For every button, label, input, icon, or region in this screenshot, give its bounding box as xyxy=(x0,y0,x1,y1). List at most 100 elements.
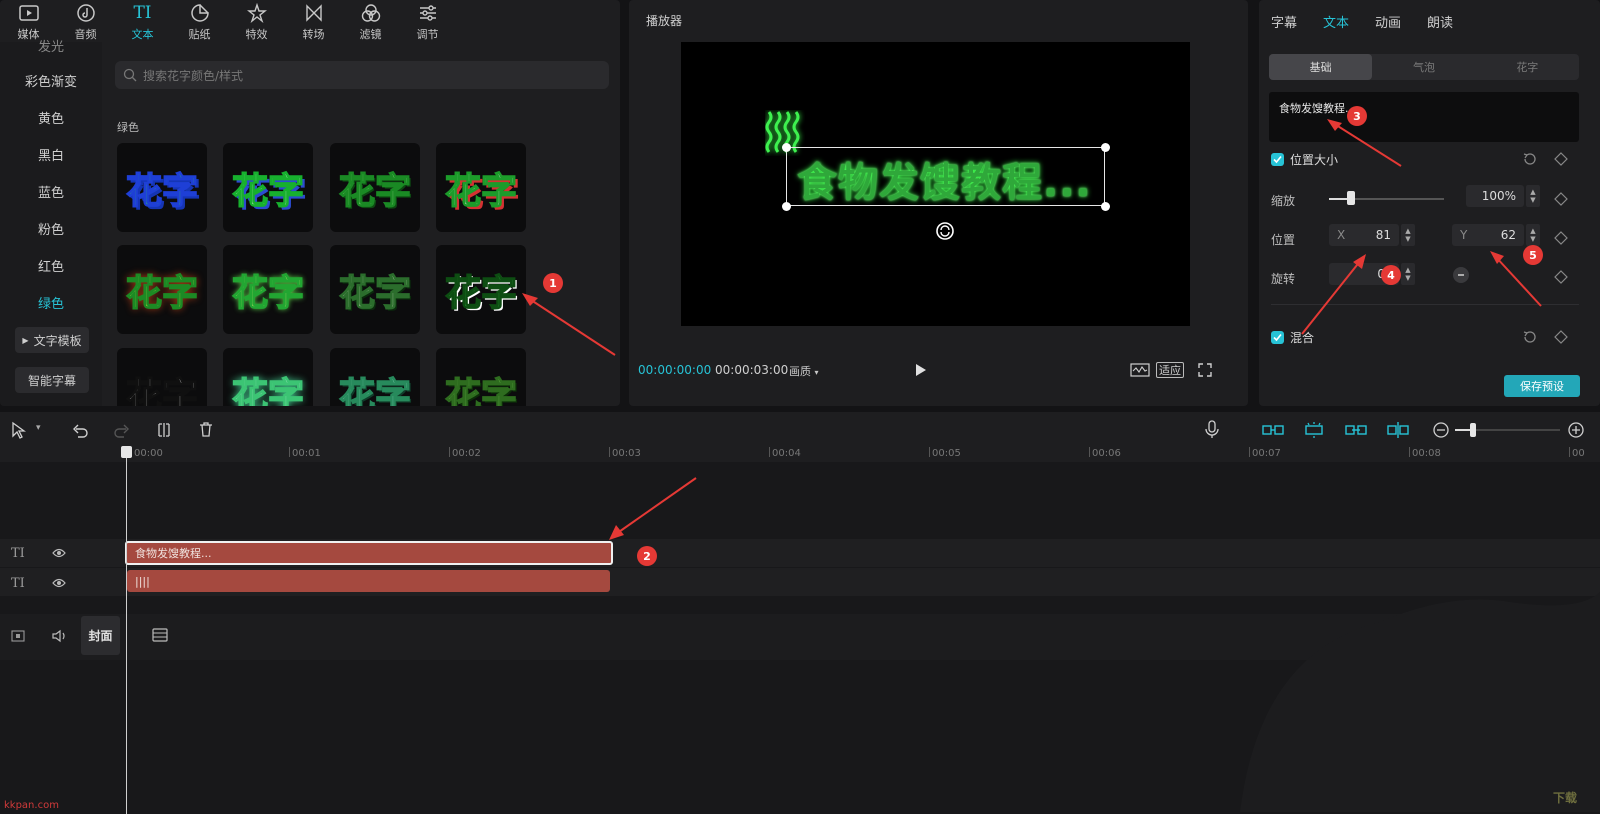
flower-text-tile[interactable]: 花字 xyxy=(436,348,526,406)
category-item[interactable]: 彩色渐变 xyxy=(0,71,102,90)
smart-caption-button[interactable]: 智能字幕 xyxy=(15,367,89,393)
selection-box[interactable] xyxy=(786,147,1105,206)
tab-sticker[interactable]: 贴纸 xyxy=(171,0,228,42)
play-button[interactable] xyxy=(913,360,929,380)
annotation-arrow xyxy=(609,477,697,540)
reset-icon[interactable] xyxy=(1522,330,1536,344)
flower-text-tile[interactable]: 花字 xyxy=(223,143,313,232)
zoom-slider-thumb[interactable] xyxy=(1470,423,1476,437)
save-preset-button[interactable]: 保存预设 xyxy=(1504,375,1580,397)
flower-text-tile[interactable]: 花字 xyxy=(117,143,207,232)
tab-read-aloud[interactable]: 朗读 xyxy=(1427,12,1453,31)
playhead-handle[interactable] xyxy=(121,446,132,458)
keyframe-icon[interactable] xyxy=(1554,192,1568,206)
flower-text-tile[interactable]: 花字 xyxy=(330,143,420,232)
magnet-snap-icon[interactable] xyxy=(1262,422,1284,438)
delete-icon[interactable] xyxy=(198,421,214,438)
rotation-stepper[interactable]: ▲ ▼ xyxy=(1401,263,1415,285)
checkbox-checked[interactable] xyxy=(1271,331,1284,344)
filter-icon xyxy=(360,2,382,24)
tab-effects[interactable]: 特效 xyxy=(228,0,285,42)
flower-text-tile[interactable]: 花字 xyxy=(223,245,313,334)
scale-field[interactable]: 100% xyxy=(1466,185,1524,207)
position-x-stepper[interactable]: ▲ ▼ xyxy=(1401,224,1415,246)
checkbox-checked[interactable] xyxy=(1271,153,1284,166)
category-item[interactable]: 粉色 xyxy=(0,219,102,238)
resize-handle[interactable] xyxy=(782,143,791,152)
zoom-out-icon[interactable] xyxy=(1433,422,1449,438)
split-icon[interactable] xyxy=(156,422,172,438)
text-clip-selected[interactable]: 食物发馊教程... xyxy=(125,541,613,565)
category-item[interactable]: 红色 xyxy=(0,256,102,275)
microphone-icon[interactable] xyxy=(1205,420,1219,439)
time-ruler[interactable]: 00:00 00:01 00:02 00:03 00:04 00:05 00:0… xyxy=(0,446,1600,462)
flower-text-tile[interactable]: 花字 xyxy=(436,143,526,232)
preview-canvas[interactable]: 食物发馊教程... xyxy=(681,42,1190,326)
category-item[interactable]: 黑白 xyxy=(0,145,102,164)
align-icon[interactable] xyxy=(1387,421,1409,439)
reset-icon[interactable] xyxy=(1522,152,1536,166)
flower-text-tile[interactable]: 花字 xyxy=(117,348,207,406)
position-y-stepper[interactable]: ▲ ▼ xyxy=(1526,224,1540,246)
scale-stepper[interactable]: ▲ ▼ xyxy=(1526,185,1540,207)
segment-basic[interactable]: 基础 xyxy=(1269,54,1373,80)
resize-handle[interactable] xyxy=(782,202,791,211)
tab-text[interactable]: TI 文本 xyxy=(114,0,171,42)
speaker-icon[interactable] xyxy=(52,629,68,643)
rotation-dial-icon[interactable] xyxy=(1452,266,1470,284)
text-template-button[interactable]: ▶ 文字模板 xyxy=(15,327,89,353)
position-label: 位置 xyxy=(1271,233,1296,247)
tab-filter[interactable]: 滤镜 xyxy=(342,0,399,42)
flower-text-tile[interactable]: 花字 xyxy=(223,348,313,406)
resize-handle[interactable] xyxy=(1101,202,1110,211)
tab-animation[interactable]: 动画 xyxy=(1375,12,1401,31)
category-item-green[interactable]: 绿色 xyxy=(0,293,102,312)
audio-icon xyxy=(75,2,97,24)
redo-icon[interactable] xyxy=(114,422,130,438)
category-item[interactable]: 发光 xyxy=(0,36,102,55)
segment-flower[interactable]: 花字 xyxy=(1476,54,1579,80)
select-cursor-icon[interactable] xyxy=(10,421,28,439)
fit-button[interactable]: 适应 xyxy=(1156,362,1184,378)
position-y-field[interactable]: Y 62 xyxy=(1452,224,1524,246)
linkage-icon[interactable] xyxy=(1303,421,1325,439)
chevron-down-icon[interactable]: ▾ xyxy=(36,423,41,433)
resize-handle[interactable] xyxy=(1101,143,1110,152)
keyframe-icon[interactable] xyxy=(1554,330,1568,344)
flower-text-tile-selected[interactable]: 花字 xyxy=(436,245,526,334)
category-list: 发光 彩色渐变 黄色 黑白 蓝色 粉色 红色 绿色 ▶ 文字模板 智能字幕 xyxy=(0,40,102,406)
tab-subtitle[interactable]: 字幕 xyxy=(1271,12,1297,31)
video-frame-icon[interactable] xyxy=(152,628,168,642)
flower-text-tile[interactable]: 花字 xyxy=(330,348,420,406)
tick-label: 00:01 xyxy=(292,448,321,459)
rotate-handle-icon[interactable] xyxy=(936,222,954,240)
category-item[interactable]: 黄色 xyxy=(0,108,102,127)
scale-slider-thumb[interactable] xyxy=(1347,191,1355,205)
zoom-in-icon[interactable] xyxy=(1568,422,1584,438)
position-x-field[interactable]: X 81 xyxy=(1329,224,1399,246)
preview-axis-icon[interactable] xyxy=(1345,422,1367,438)
quality-dropdown[interactable]: 画质 ▾ xyxy=(789,363,819,379)
search-icon xyxy=(123,68,137,82)
category-item[interactable]: 蓝色 xyxy=(0,182,102,201)
tab-text-props[interactable]: 文本 xyxy=(1323,12,1349,31)
waveform-button[interactable] xyxy=(1129,360,1151,380)
cover-button[interactable]: 封面 xyxy=(81,616,120,655)
text-content-input[interactable]: 食物发馊教程... xyxy=(1269,92,1579,142)
playhead[interactable] xyxy=(126,452,127,814)
search-input[interactable]: 搜索花字颜色/样式 xyxy=(115,61,609,89)
keyframe-icon[interactable] xyxy=(1554,152,1568,166)
keyframe-icon[interactable] xyxy=(1554,270,1568,284)
eye-icon[interactable] xyxy=(52,548,66,558)
tab-transition[interactable]: 转场 xyxy=(285,0,342,42)
sticker-clip[interactable]: |||| xyxy=(127,570,610,592)
tab-adjust[interactable]: 调节 xyxy=(399,0,456,42)
keyframe-icon[interactable] xyxy=(1554,231,1568,245)
lock-track-icon[interactable] xyxy=(11,630,25,642)
flower-text-tile[interactable]: 花字 xyxy=(117,245,207,334)
segment-bubble[interactable]: 气泡 xyxy=(1372,54,1475,80)
undo-icon[interactable] xyxy=(72,422,88,438)
eye-icon[interactable] xyxy=(52,578,66,588)
flower-text-tile[interactable]: 花字 xyxy=(330,245,420,334)
fullscreen-button[interactable] xyxy=(1196,360,1214,380)
